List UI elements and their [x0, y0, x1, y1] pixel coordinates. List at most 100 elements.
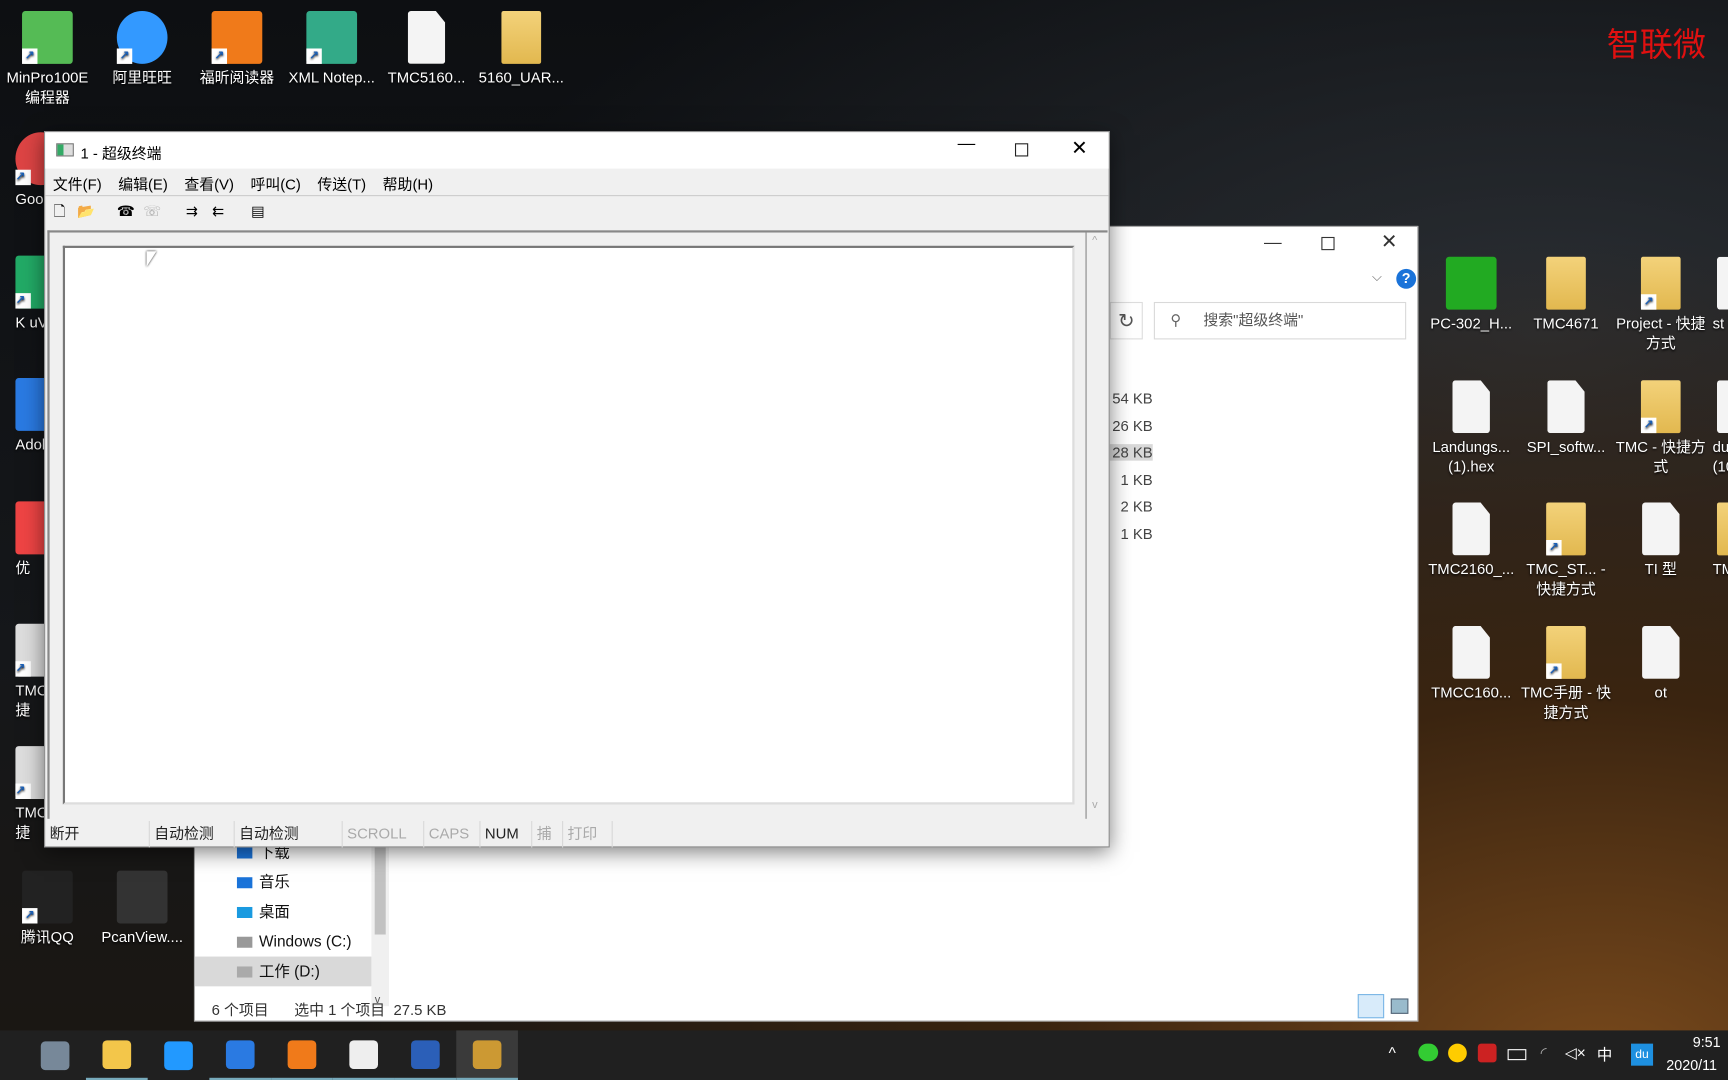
calculator-icon[interactable] [24, 1030, 86, 1080]
programmer-icon [22, 11, 73, 64]
scroll-up-button[interactable]: ^ [1092, 235, 1097, 247]
nav-scrollbar[interactable]: v [371, 846, 390, 1007]
file-icon [407, 11, 446, 64]
maximize-button[interactable] [1321, 236, 1335, 251]
folder-icon [1716, 502, 1728, 556]
nav-item[interactable]: 桌面 [195, 897, 371, 927]
properties-icon[interactable]: ▤ [249, 203, 267, 220]
taskbar-app-glyph [102, 1039, 132, 1069]
pcan-icon [116, 870, 168, 924]
wechat-icon[interactable] [1418, 1043, 1439, 1062]
app-a-icon[interactable] [332, 1030, 395, 1080]
360-icon[interactable] [1448, 1043, 1467, 1063]
desktop-icon[interactable]: Project - 快捷方式 [1613, 256, 1708, 354]
menu-item[interactable]: 传送(T) [317, 172, 366, 194]
nav-item[interactable]: 工作 (D:) [195, 956, 372, 987]
large-icons-view-button[interactable] [1390, 998, 1409, 1014]
desktop-icon[interactable]: TI 型 [1613, 502, 1708, 580]
terminal-screen[interactable] [62, 245, 1075, 805]
foxit-icon[interactable] [271, 1030, 333, 1080]
desktop-icon-label: TMC_ST... - 快捷方式 [1526, 560, 1606, 598]
open-icon[interactable]: 📂 [77, 203, 95, 220]
nav-item-label: Windows (C:) [258, 932, 352, 950]
minimize-button[interactable]: — [958, 134, 976, 154]
desktop-icon[interactable]: TMC2160_... [1424, 502, 1519, 580]
volume-muted-icon[interactable]: ◁× [1565, 1044, 1586, 1063]
desktop-icon[interactable]: MinPro100E 编程器 [0, 11, 95, 108]
menu-item[interactable]: 帮助(H) [383, 172, 433, 194]
desktop-icon[interactable]: TMC5160... [379, 11, 474, 88]
desktop-icon[interactable]: st - [1708, 256, 1728, 334]
desktop-icon[interactable]: TMCC160... [1424, 625, 1519, 703]
status-pane: 断开 [45, 821, 150, 848]
sogou-icon[interactable] [209, 1030, 272, 1080]
desktop-icon[interactable]: XML Notep... [284, 11, 379, 88]
minimize-button[interactable]: — [1264, 234, 1282, 254]
tray-app-icon[interactable] [1477, 1043, 1497, 1063]
desktop-icon[interactable]: 阿里旺旺 [95, 11, 190, 88]
desktop-icon[interactable]: 福昕阅读器 [190, 11, 285, 88]
close-button[interactable]: ✕ [1071, 137, 1088, 160]
details-view-button[interactable] [1357, 994, 1385, 1019]
desktop-icon-label: Landungs... (1).hex [1432, 438, 1511, 475]
clock-date[interactable]: 2020/11 [1666, 1057, 1717, 1074]
desktop-icon[interactable]: TMC_ST... - 快捷方式 [1519, 502, 1614, 600]
receive-icon[interactable]: ⇇ [209, 203, 227, 220]
desktop-icon-label: ot [1654, 684, 1667, 701]
menu-item[interactable]: 查看(V) [184, 172, 234, 194]
nav-item[interactable]: 音乐 [195, 867, 371, 897]
desktop-icon[interactable]: TMC4671 [1519, 256, 1614, 334]
close-button[interactable]: ✕ [1381, 230, 1398, 253]
desktop-icon-label: TMC4671 [1533, 315, 1599, 332]
status-pane: SCROLL [343, 821, 425, 848]
refresh-button[interactable]: ↻ [1109, 301, 1143, 340]
menu-item[interactable]: 呼叫(C) [250, 172, 300, 194]
desktop-icon[interactable]: TMC手册 - 快捷方式 [1519, 625, 1614, 723]
title-bar: 1 - 超级终端 — ✕ [45, 132, 1109, 169]
nav-item[interactable]: Windows (C:) [195, 927, 371, 957]
show-hidden-icons[interactable]: ^ [1389, 1044, 1396, 1062]
new-icon[interactable]: 🗋 [51, 203, 69, 220]
menu-item[interactable]: 编辑(E) [118, 172, 168, 194]
menu-item[interactable]: 文件(F) [53, 172, 102, 194]
clock-time[interactable]: 9:51 [1693, 1034, 1721, 1051]
desktop-icon[interactable]: duomoch... (1000PP... [1708, 380, 1728, 477]
status-pane: 捕 [532, 821, 564, 848]
terminal-frame: ^ v [47, 230, 1108, 819]
baidu-icon[interactable]: du [1631, 1043, 1654, 1066]
disconnect-icon[interactable]: ☏ [143, 203, 161, 220]
desktop-icon[interactable]: TMC4361 [1708, 502, 1728, 580]
desktop-icon-label: SPI_softw... [1526, 438, 1606, 456]
desktop-icon[interactable]: Landungs... (1).hex [1424, 380, 1519, 477]
status-pane: 自动检测 [150, 821, 235, 848]
send-icon[interactable]: ⇉ [183, 203, 201, 220]
desktop-icon[interactable]: 腾讯QQ [0, 870, 95, 948]
maximize-button[interactable] [1014, 143, 1029, 157]
desktop-icon[interactable]: TMC - 快捷方式 [1613, 380, 1708, 477]
desktop-icon[interactable]: 5160_UAR... [474, 11, 569, 88]
word-icon[interactable] [394, 1030, 457, 1080]
desktop-icon[interactable]: PC-302_H... [1424, 256, 1519, 334]
file-explorer-icon[interactable] [85, 1030, 148, 1080]
wifi-icon[interactable]: ◜ [1541, 1044, 1547, 1063]
desktop-icon-label: duomoch... (1000PP... [1712, 438, 1728, 475]
battery-icon[interactable] [1507, 1049, 1527, 1061]
search-input[interactable]: ⚲ 搜索"超级终端" [1153, 301, 1407, 340]
help-icon[interactable]: ? [1396, 268, 1417, 289]
hyperterminal-icon[interactable] [456, 1030, 518, 1080]
desktop-icon[interactable]: SPI_softw... [1519, 380, 1614, 457]
ime-indicator[interactable]: 中 [1597, 1044, 1612, 1066]
music-icon [236, 877, 253, 889]
qq-icon [22, 870, 73, 924]
taskbar-app-glyph [349, 1039, 378, 1069]
file-icon [1716, 256, 1728, 310]
chevron-down-icon[interactable]: ⌵ [1372, 269, 1382, 286]
desktop-icon[interactable]: PcanView.... [95, 870, 190, 948]
scroll-down-button[interactable]: v [1092, 799, 1098, 811]
desktop-icon-label: TMC - 快捷方式 [1615, 438, 1706, 475]
taskbar-app-glyph [164, 1040, 193, 1070]
mail-icon[interactable] [148, 1030, 210, 1080]
desktop-icon[interactable]: ot [1613, 625, 1708, 703]
call-icon[interactable]: ☎ [117, 203, 135, 220]
folder-shortcut-icon [1640, 380, 1681, 434]
